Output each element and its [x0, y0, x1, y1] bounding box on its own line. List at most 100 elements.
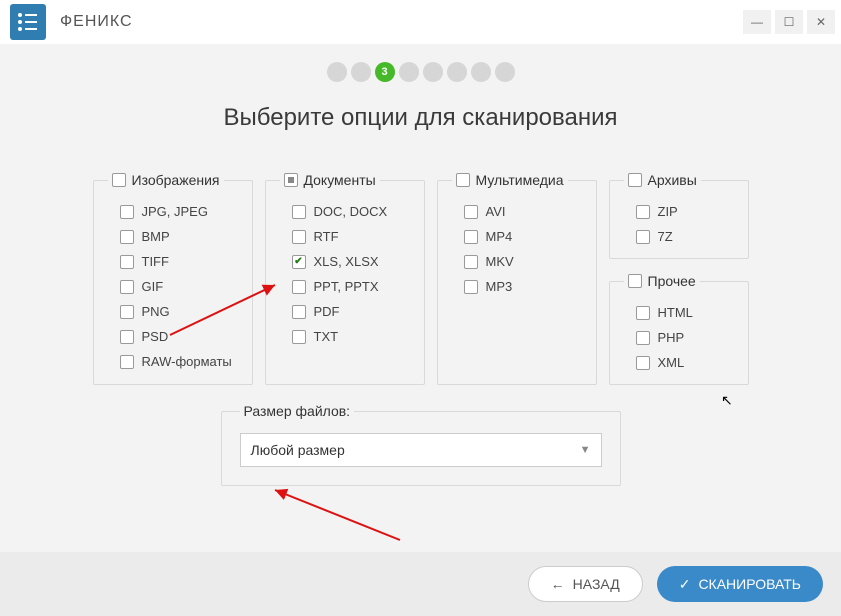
- group-documents: Документы DOC, DOCX RTF XLS, XLSX PPT, PPTX…: [265, 172, 425, 385]
- option-documents-1[interactable]: RTF: [292, 229, 410, 244]
- option-images-3[interactable]: GIF: [120, 279, 238, 294]
- option-other-0[interactable]: HTML: [636, 305, 734, 320]
- option-label: PDF: [314, 304, 340, 319]
- option-label: AVI: [486, 204, 506, 219]
- option-documents-2[interactable]: XLS, XLSX: [292, 254, 410, 269]
- step-dot: 3: [375, 62, 395, 82]
- group-archives: Архивы ZIP7Z: [609, 172, 749, 259]
- back-button[interactable]: ← НАЗАД: [528, 566, 643, 602]
- app-title: ФЕНИКС: [60, 13, 133, 31]
- check-icon: ✓: [679, 576, 691, 593]
- option-label: RTF: [314, 229, 339, 244]
- checkbox[interactable]: [120, 305, 134, 319]
- option-label: MP4: [486, 229, 513, 244]
- checkbox[interactable]: [636, 306, 650, 320]
- checkbox[interactable]: [464, 230, 478, 244]
- option-images-6[interactable]: RAW-форматы: [120, 354, 238, 369]
- checkbox[interactable]: [292, 205, 306, 219]
- maximize-button[interactable]: ☐: [775, 10, 803, 34]
- group-images-checkbox[interactable]: [112, 173, 126, 187]
- checkbox[interactable]: [120, 280, 134, 294]
- checkbox[interactable]: [464, 255, 478, 269]
- close-button[interactable]: ✕: [807, 10, 835, 34]
- option-label: XML: [658, 355, 685, 370]
- option-label: MP3: [486, 279, 513, 294]
- checkbox[interactable]: [292, 230, 306, 244]
- option-label: PHP: [658, 330, 685, 345]
- step-dot: [471, 62, 491, 82]
- step-indicator: 3: [0, 62, 841, 82]
- group-documents-label: Документы: [304, 172, 376, 188]
- back-label: НАЗАД: [573, 576, 620, 592]
- step-dot: [423, 62, 443, 82]
- checkbox[interactable]: [120, 205, 134, 219]
- option-documents-3[interactable]: PPT, PPTX: [292, 279, 410, 294]
- page-title: Выберите опции для сканирования: [0, 104, 841, 132]
- option-images-2[interactable]: TIFF: [120, 254, 238, 269]
- checkbox[interactable]: [636, 356, 650, 370]
- filesize-value: Любой размер: [251, 442, 345, 458]
- group-multimedia-checkbox[interactable]: [456, 173, 470, 187]
- step-dot: [495, 62, 515, 82]
- group-images-label: Изображения: [132, 172, 220, 188]
- group-other-label: Прочее: [648, 273, 696, 289]
- option-label: GIF: [142, 279, 164, 294]
- option-archives-1[interactable]: 7Z: [636, 229, 734, 244]
- checkbox[interactable]: [636, 205, 650, 219]
- option-images-0[interactable]: JPG, JPEG: [120, 204, 238, 219]
- step-dot: [447, 62, 467, 82]
- chevron-down-icon: ▼: [580, 444, 591, 456]
- checkbox[interactable]: [120, 255, 134, 269]
- group-archives-checkbox[interactable]: [628, 173, 642, 187]
- option-documents-5[interactable]: TXT: [292, 329, 410, 344]
- option-label: PNG: [142, 304, 170, 319]
- option-images-5[interactable]: PSD: [120, 329, 238, 344]
- option-images-1[interactable]: BMP: [120, 229, 238, 244]
- option-multimedia-3[interactable]: MP3: [464, 279, 582, 294]
- checkbox[interactable]: [120, 355, 134, 369]
- option-label: PSD: [142, 329, 169, 344]
- footer-bar: ← НАЗАД ✓ СКАНИРОВАТЬ: [0, 552, 841, 616]
- option-label: DOC, DOCX: [314, 204, 388, 219]
- checkbox[interactable]: [636, 331, 650, 345]
- option-other-2[interactable]: XML: [636, 355, 734, 370]
- option-other-1[interactable]: PHP: [636, 330, 734, 345]
- option-label: ZIP: [658, 204, 678, 219]
- scan-label: СКАНИРОВАТЬ: [698, 576, 801, 592]
- option-multimedia-1[interactable]: MP4: [464, 229, 582, 244]
- option-label: XLS, XLSX: [314, 254, 379, 269]
- option-archives-0[interactable]: ZIP: [636, 204, 734, 219]
- option-images-4[interactable]: PNG: [120, 304, 238, 319]
- option-label: BMP: [142, 229, 170, 244]
- checkbox[interactable]: [292, 255, 306, 269]
- step-dot: [399, 62, 419, 82]
- option-label: 7Z: [658, 229, 673, 244]
- scan-button[interactable]: ✓ СКАНИРОВАТЬ: [657, 566, 823, 602]
- checkbox[interactable]: [292, 330, 306, 344]
- app-logo-icon: [10, 4, 46, 40]
- option-label: TXT: [314, 329, 339, 344]
- group-documents-checkbox[interactable]: [284, 173, 298, 187]
- checkbox[interactable]: [464, 205, 478, 219]
- option-multimedia-2[interactable]: MKV: [464, 254, 582, 269]
- option-multimedia-0[interactable]: AVI: [464, 204, 582, 219]
- filesize-label: Размер файлов:: [240, 403, 355, 419]
- option-label: TIFF: [142, 254, 169, 269]
- checkbox[interactable]: [464, 280, 478, 294]
- checkbox[interactable]: [292, 280, 306, 294]
- checkbox[interactable]: [120, 230, 134, 244]
- option-label: HTML: [658, 305, 693, 320]
- title-bar: ФЕНИКС — ☐ ✕: [0, 0, 841, 44]
- filesize-select[interactable]: Любой размер ▼: [240, 433, 602, 467]
- option-documents-4[interactable]: PDF: [292, 304, 410, 319]
- minimize-button[interactable]: —: [743, 10, 771, 34]
- checkbox[interactable]: [120, 330, 134, 344]
- checkbox[interactable]: [292, 305, 306, 319]
- group-images: Изображения JPG, JPEG BMP TIFF GIF PNG PSD RAW…: [93, 172, 253, 385]
- option-label: RAW-форматы: [142, 354, 232, 369]
- checkbox[interactable]: [636, 230, 650, 244]
- step-dot: [351, 62, 371, 82]
- group-other-checkbox[interactable]: [628, 274, 642, 288]
- option-documents-0[interactable]: DOC, DOCX: [292, 204, 410, 219]
- option-label: JPG, JPEG: [142, 204, 208, 219]
